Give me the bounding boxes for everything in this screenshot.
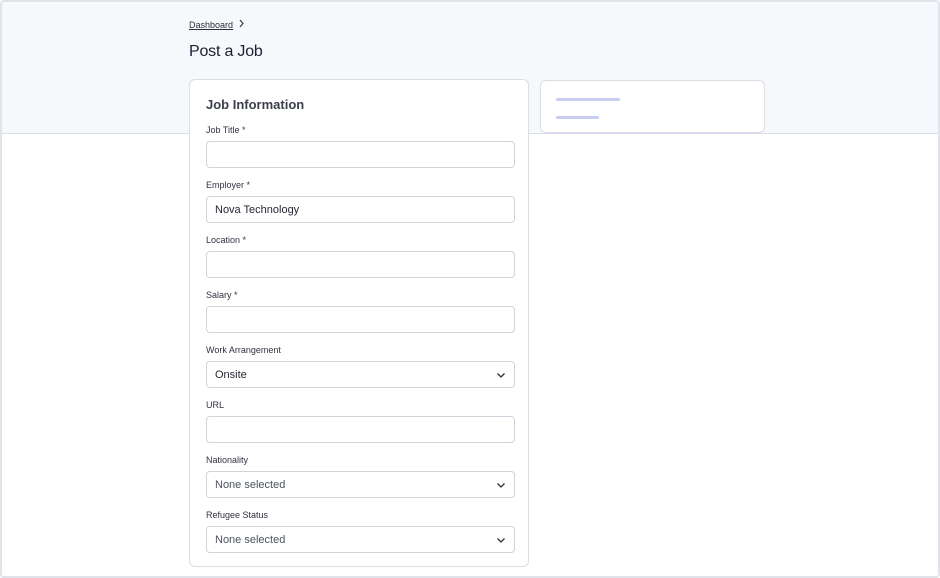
job-title-label: Job Title * <box>206 125 246 135</box>
app-frame: Dashboard Post a Job Job Information Job… <box>0 0 940 578</box>
url-input[interactable] <box>206 416 515 443</box>
job-title-field: Job Title * <box>206 125 515 168</box>
employer-field: Employer * <box>206 180 515 223</box>
refugee-status-value: None selected <box>215 533 286 546</box>
job-title-input[interactable] <box>206 141 515 168</box>
location-input[interactable] <box>206 251 515 278</box>
work-arrangement-value: Onsite <box>215 368 247 381</box>
chevron-down-icon <box>496 535 506 545</box>
refugee-status-field: Refugee Status None selected <box>206 510 515 553</box>
work-arrangement-field: Work Arrangement Onsite <box>206 345 515 388</box>
job-information-card: Job Information Job Title * Employer * L… <box>189 79 529 567</box>
side-panel-placeholder <box>540 80 765 133</box>
salary-field: Salary * <box>206 290 515 333</box>
work-arrangement-label: Work Arrangement <box>206 345 281 355</box>
location-label: Location * <box>206 235 247 245</box>
location-field: Location * <box>206 235 515 278</box>
work-arrangement-select[interactable]: Onsite <box>206 361 515 388</box>
nationality-field: Nationality None selected <box>206 455 515 498</box>
employer-label: Employer * <box>206 180 251 190</box>
page-title: Post a Job <box>189 43 263 60</box>
refugee-status-label: Refugee Status <box>206 510 269 520</box>
nationality-select[interactable]: None selected <box>206 471 515 498</box>
section-title: Job Information <box>206 97 305 112</box>
url-field: URL <box>206 400 515 443</box>
nationality-label: Nationality <box>206 455 249 465</box>
breadcrumb-dashboard-link[interactable]: Dashboard <box>189 20 233 30</box>
chevron-down-icon <box>496 480 506 490</box>
skeleton-line <box>556 116 599 119</box>
chevron-down-icon <box>496 370 506 380</box>
salary-label: Salary * <box>206 290 238 300</box>
nationality-value: None selected <box>215 478 286 491</box>
breadcrumb: Dashboard <box>189 19 245 31</box>
chevron-right-icon <box>238 19 245 31</box>
skeleton-line <box>556 98 620 101</box>
employer-input[interactable] <box>206 196 515 223</box>
refugee-status-select[interactable]: None selected <box>206 526 515 553</box>
salary-input[interactable] <box>206 306 515 333</box>
url-label: URL <box>206 400 225 410</box>
